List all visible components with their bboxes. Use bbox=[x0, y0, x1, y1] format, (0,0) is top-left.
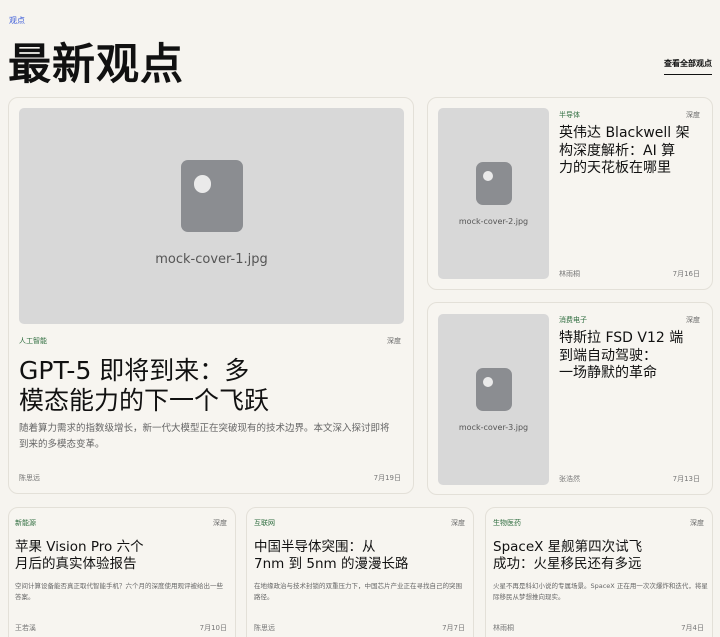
image-placeholder-icon bbox=[475, 161, 512, 205]
article-date: 7月4日 bbox=[681, 624, 704, 632]
article-category[interactable]: 消费电子 bbox=[559, 315, 587, 325]
article-summary: 火星不再是科幻小说的专属场景。SpaceX 正在用一次次爆炸和迭代，将星 际移民… bbox=[493, 582, 708, 602]
article-category[interactable]: 人工智能 bbox=[19, 336, 47, 346]
article-date: 7月19日 bbox=[373, 474, 401, 482]
article-author[interactable]: 林雨桐 bbox=[493, 623, 514, 633]
image-placeholder-icon bbox=[475, 367, 512, 411]
page-title: 最新观点 bbox=[8, 40, 184, 90]
breadcrumb[interactable]: 观点 bbox=[9, 15, 25, 26]
article-tag: 深度 bbox=[213, 519, 227, 527]
article-date: 7月7日 bbox=[442, 624, 465, 632]
article-tag: 深度 bbox=[451, 519, 465, 527]
image-placeholder-icon: .featured-ic::after{} bbox=[180, 159, 243, 232]
side-article-card[interactable]: mock-cover-2.jpg 半导体 深度 英伟达 Blackwell 架 … bbox=[427, 97, 713, 290]
article-title[interactable]: 苹果 Vision Pro 六个 月后的真实体验报告 bbox=[15, 539, 144, 573]
article-category[interactable]: 新能源 bbox=[15, 518, 36, 528]
article-category[interactable]: 半导体 bbox=[559, 110, 580, 120]
article-date: 7月13日 bbox=[672, 475, 700, 483]
cover-filename: mock-cover-3.jpg bbox=[458, 422, 529, 432]
side-article-card[interactable]: mock-cover-3.jpg 消费电子 深度 特斯拉 FSD V12 端 到… bbox=[427, 302, 713, 495]
bottom-article-card[interactable]: 新能源 深度 苹果 Vision Pro 六个 月后的真实体验报告 空间计算设备… bbox=[8, 507, 236, 637]
article-title[interactable]: 英伟达 Blackwell 架 构深度解析：AI 算 力的天花板在哪里 bbox=[559, 125, 690, 178]
article-title[interactable]: SpaceX 星舰第四次试飞 成功：火星移民还有多远 bbox=[493, 539, 642, 573]
article-author[interactable]: 王若溪 bbox=[15, 623, 36, 633]
article-tag: 深度 bbox=[686, 316, 700, 324]
article-category[interactable]: 互联网 bbox=[254, 518, 275, 528]
article-author[interactable]: 张浩然 bbox=[559, 474, 580, 484]
article-summary: 在地缘政治与技术封锁的双重压力下，中国芯片产业正在寻找自己的突围 路径。 bbox=[254, 582, 462, 602]
article-summary: 随着算力需求的指数级增长，新一代大模型正在突破现有的技术边界。本文深入探讨即将 … bbox=[19, 423, 390, 450]
article-author[interactable]: 陈思远 bbox=[254, 623, 275, 633]
article-tag: 深度 bbox=[387, 337, 401, 345]
article-category[interactable]: 生物医药 bbox=[493, 518, 521, 528]
cover-filename: mock-cover-2.jpg bbox=[458, 216, 529, 226]
article-cover: mock-cover-3.jpg bbox=[438, 314, 549, 485]
bottom-article-card[interactable]: 互联网 深度 中国半导体突围：从 7nm 到 5nm 的漫漫长路 在地缘政治与技… bbox=[246, 507, 474, 637]
bottom-article-card[interactable]: 生物医药 深度 SpaceX 星舰第四次试飞 成功：火星移民还有多远 火星不再是… bbox=[485, 507, 713, 637]
article-title[interactable]: GPT-5 即将到来：多 模态能力的下一个飞跃 bbox=[19, 356, 269, 416]
article-cover: mock-cover-2.jpg bbox=[438, 108, 549, 279]
article-author[interactable]: 陈思远 bbox=[19, 473, 40, 483]
article-summary: 空间计算设备能否真正取代智能手机？六个月的深度使用观评被给出一些 答案。 bbox=[15, 582, 223, 602]
article-cover: .featured-ic::after{} mock-cover-1.jpg bbox=[19, 108, 404, 324]
article-author[interactable]: 林雨桐 bbox=[559, 269, 580, 279]
cover-filename: mock-cover-1.jpg bbox=[155, 251, 268, 267]
view-all-link[interactable]: 查看全部观点 bbox=[664, 58, 712, 75]
featured-article-card[interactable]: .featured-ic::after{} mock-cover-1.jpg 人… bbox=[8, 97, 414, 494]
article-date: 7月10日 bbox=[199, 624, 227, 632]
article-tag: 深度 bbox=[686, 111, 700, 119]
article-title[interactable]: 中国半导体突围：从 7nm 到 5nm 的漫漫长路 bbox=[254, 539, 408, 573]
article-date: 7月16日 bbox=[672, 270, 700, 278]
article-tag: 深度 bbox=[690, 519, 704, 527]
article-title[interactable]: 特斯拉 FSD V12 端 到端自动驾驶： 一场静默的革命 bbox=[559, 330, 683, 383]
